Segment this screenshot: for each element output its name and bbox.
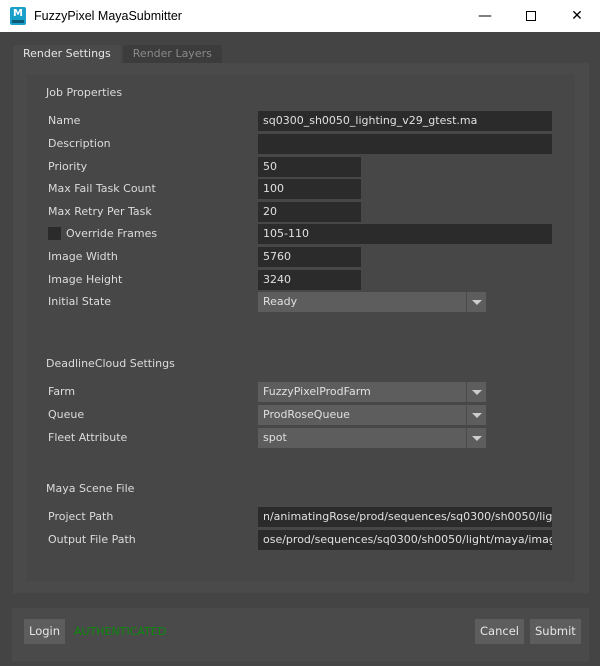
chevron-down-icon [466,428,486,448]
project-path-label: Project Path [48,510,114,523]
maya-app-icon: M [10,7,26,25]
initial-state-label: Initial State [48,295,112,308]
name-input[interactable]: sq0300_sh0050_lighting_v29_gtest.ma [258,111,552,131]
chevron-down-icon [466,382,486,402]
queue-value: ProdRoseQueue [263,408,350,421]
max-fail-label: Max Fail Task Count [48,182,156,195]
output-path-label: Output File Path [48,533,136,546]
minimize-icon[interactable]: — [462,0,508,32]
queue-label: Queue [48,408,85,421]
cancel-button[interactable]: Cancel [475,619,524,644]
deadline-settings-heading: DeadlineCloud Settings [46,357,175,370]
image-height-label: Image Height [48,273,123,286]
output-path-input[interactable]: ose/prod/sequences/sq0300/sh0050/light/m… [258,530,552,550]
fleet-attribute-dropdown[interactable]: spot [258,428,486,448]
chevron-down-icon [466,292,486,312]
title-bar: M FuzzyPixel MayaSubmitter — ✕ [0,0,600,32]
queue-dropdown[interactable]: ProdRoseQueue [258,405,486,425]
tab-render-layers[interactable]: Render Layers [122,45,222,63]
fleet-attribute-label: Fleet Attribute [48,431,128,444]
fleet-attribute-value: spot [263,431,287,444]
auth-status: AUTHENTICATED [74,625,167,638]
image-width-input[interactable]: 5760 [258,247,361,267]
close-icon[interactable]: ✕ [554,0,600,32]
chevron-down-icon [466,405,486,425]
max-retry-label: Max Retry Per Task [48,205,152,218]
override-frames-label: Override Frames [66,227,158,240]
priority-label: Priority [48,160,88,173]
initial-state-dropdown[interactable]: Ready [258,292,486,312]
tab-render-settings[interactable]: Render Settings [13,45,121,63]
initial-state-value: Ready [263,295,298,308]
footer-bar: Login AUTHENTICATED Cancel Submit [12,608,589,661]
farm-value: FuzzyPixelProdFarm [263,385,371,398]
render-settings-panel: Job Properties Name sq0300_sh0050_lightin… [13,63,589,593]
tab-bar: Render Settings Render Layers [13,45,224,63]
window-title: FuzzyPixel MayaSubmitter [34,9,182,23]
submit-button[interactable]: Submit [530,619,581,644]
login-button[interactable]: Login [24,619,66,644]
maximize-icon[interactable] [508,0,554,32]
job-properties-heading: Job Properties [46,86,123,99]
farm-dropdown[interactable]: FuzzyPixelProdFarm [258,382,486,402]
image-height-input[interactable]: 3240 [258,270,361,290]
override-frames-input[interactable]: 105-110 [258,224,552,244]
project-path-input[interactable]: n/animatingRose/prod/sequences/sq0300/sh… [258,507,552,527]
maya-scene-file-heading: Maya Scene File [46,482,135,495]
priority-input[interactable]: 50 [258,157,361,177]
name-label: Name [48,114,81,127]
max-retry-input[interactable]: 20 [258,202,361,222]
max-fail-input[interactable]: 100 [258,179,361,199]
description-input[interactable] [258,134,552,154]
override-frames-checkbox[interactable] [48,227,61,240]
settings-group: Job Properties Name sq0300_sh0050_lightin… [26,75,575,581]
farm-label: Farm [48,385,76,398]
description-label: Description [48,137,111,150]
image-width-label: Image Width [48,250,118,263]
